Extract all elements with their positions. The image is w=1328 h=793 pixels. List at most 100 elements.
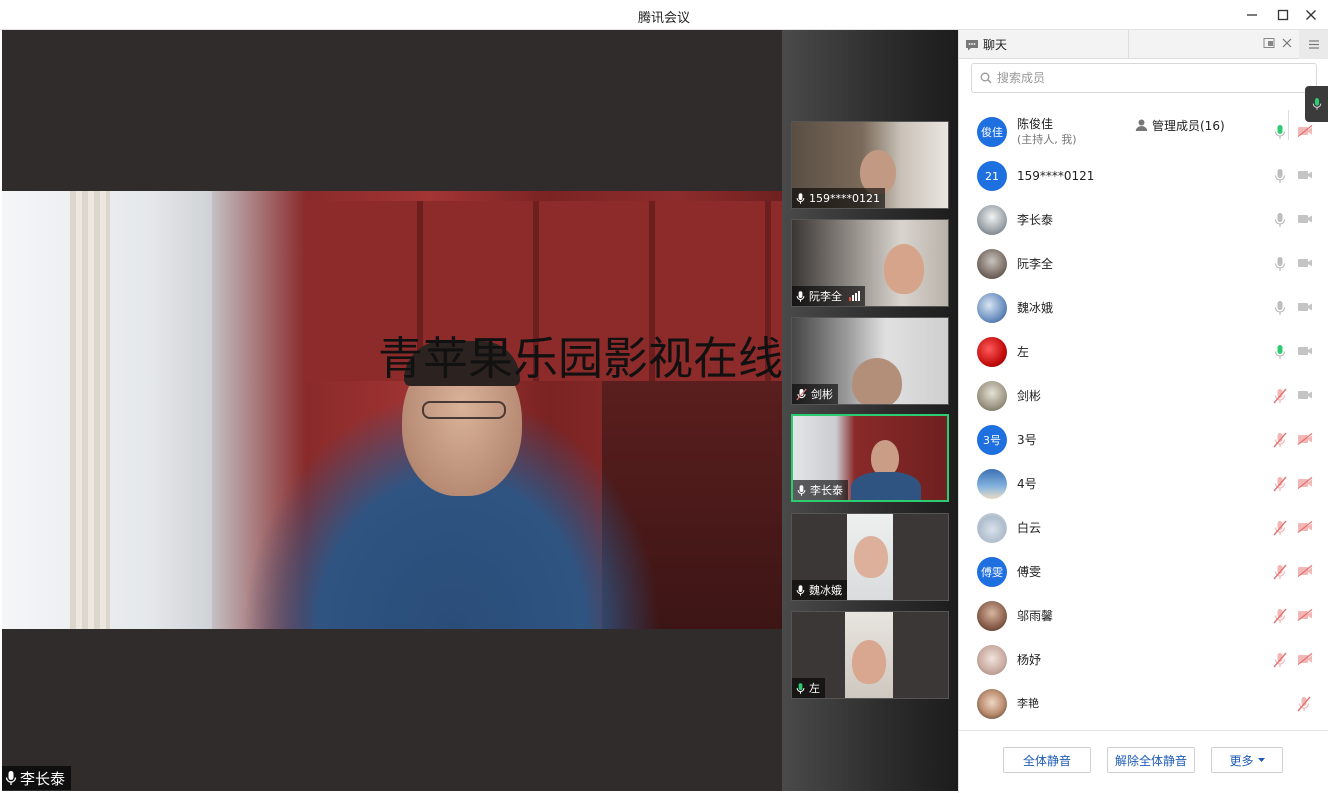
close-icon: [1306, 10, 1316, 20]
tab-chat[interactable]: 聊天: [959, 30, 1129, 59]
caret-down-icon: [1257, 757, 1265, 762]
member-row[interactable]: 俊佳 陈俊佳 (主持人, 我): [959, 110, 1328, 154]
mute-all-button[interactable]: 全体静音: [1003, 747, 1091, 773]
member-row[interactable]: 傅雯 傅雯: [959, 550, 1328, 594]
camera-off-icon[interactable]: [1297, 564, 1313, 580]
member-row[interactable]: 4号: [959, 462, 1328, 506]
member-name-block: 白云: [1017, 520, 1041, 536]
camera-icon[interactable]: [1297, 389, 1313, 404]
floating-mic-button[interactable]: [1305, 86, 1328, 122]
thumbnail-face: [884, 244, 924, 294]
video-curtain: [70, 191, 110, 629]
microphone-icon[interactable]: [1273, 212, 1287, 231]
more-button[interactable]: 更多: [1211, 747, 1283, 773]
member-search-input[interactable]: [997, 71, 1297, 85]
close-icon[interactable]: [1281, 37, 1293, 49]
camera-icon[interactable]: [1297, 169, 1313, 184]
camera-icon[interactable]: [1297, 345, 1313, 360]
member-row[interactable]: 剑彬: [959, 374, 1328, 418]
member-name: 3号: [1017, 433, 1037, 447]
member-name: 白云: [1017, 521, 1042, 535]
microphone-muted-icon[interactable]: [1273, 564, 1287, 583]
thumbnail-body: [851, 472, 921, 500]
minimize-icon: [1247, 14, 1257, 16]
microphone-muted-icon[interactable]: [1297, 696, 1311, 715]
avatar-text: 21: [985, 169, 999, 183]
thumbnail-tile[interactable]: 左: [791, 611, 949, 699]
side-panel: 聊天 管理成员(16) 俊佳 陈俊佳 (主持人, 我) 21 159****0121 李长…: [958, 30, 1328, 793]
member-name: 魏冰娥: [1017, 301, 1054, 315]
microphone-speaking-icon[interactable]: [1273, 344, 1287, 363]
member-name: 傅雯: [1017, 565, 1042, 579]
avatar: [977, 337, 1007, 367]
member-name: 杨妤: [1017, 653, 1042, 667]
thumbnail-tile[interactable]: 剑彬: [791, 317, 949, 405]
microphone-muted-icon[interactable]: [1273, 476, 1287, 495]
avatar-text: 3号: [983, 434, 1001, 447]
member-role: (主持人, 我): [1017, 133, 1077, 146]
avatar: [977, 293, 1007, 323]
microphone-muted-icon[interactable]: [1273, 608, 1287, 627]
avatar: [977, 249, 1007, 279]
camera-off-icon[interactable]: [1297, 652, 1313, 668]
thumbnail-name: 剑彬: [811, 388, 833, 401]
member-name-block: 邬雨馨: [1017, 608, 1053, 624]
camera-icon[interactable]: [1297, 301, 1313, 316]
member-name: 左: [1017, 345, 1030, 359]
microphone-muted-icon[interactable]: [1273, 388, 1287, 407]
member-row[interactable]: 21 159****0121: [959, 154, 1328, 198]
microphone-muted-icon[interactable]: [1273, 520, 1287, 539]
avatar-text: 俊佳: [981, 126, 1003, 139]
popout-icon[interactable]: [1263, 37, 1275, 49]
member-name-block: 剑彬: [1017, 388, 1041, 404]
window-title: 腾讯会议: [637, 11, 690, 26]
close-button[interactable]: [1300, 4, 1322, 26]
microphone-speaking-icon[interactable]: [1273, 124, 1287, 143]
camera-off-icon[interactable]: [1297, 520, 1313, 536]
microphone-icon[interactable]: [1273, 256, 1287, 275]
camera-off-icon[interactable]: [1297, 124, 1313, 140]
thumbnail-label: 李长泰: [793, 480, 848, 500]
member-row[interactable]: 杨妤: [959, 638, 1328, 682]
video-stage[interactable]: [2, 30, 782, 791]
member-row[interactable]: 白云: [959, 506, 1328, 550]
maximize-button[interactable]: [1272, 4, 1294, 26]
microphone-icon[interactable]: [1273, 300, 1287, 319]
avatar-text: 傅雯: [981, 566, 1003, 579]
member-row[interactable]: 3号 3号: [959, 418, 1328, 462]
camera-off-icon[interactable]: [1297, 432, 1313, 448]
microphone-muted-icon[interactable]: [1273, 432, 1287, 451]
camera-off-icon[interactable]: [1297, 476, 1313, 492]
microphone-muted-icon[interactable]: [1273, 652, 1287, 671]
thumbnail-label: 魏冰娥: [792, 580, 847, 600]
member-row[interactable]: 李艳: [959, 682, 1328, 726]
member-search[interactable]: [971, 63, 1317, 93]
thumbnail-tile[interactable]: 魏冰娥: [791, 513, 949, 601]
avatar: 21: [977, 161, 1007, 191]
maximize-icon: [1277, 9, 1289, 21]
camera-off-icon[interactable]: [1297, 608, 1313, 624]
camera-icon[interactable]: [1297, 257, 1313, 272]
camera-icon[interactable]: [1297, 213, 1313, 228]
member-row[interactable]: 魏冰娥: [959, 286, 1328, 330]
panel-menu-button[interactable]: [1299, 30, 1328, 59]
thumbnail-tile[interactable]: 159****0121: [791, 121, 949, 209]
microphone-icon: [796, 290, 805, 302]
member-row[interactable]: 阮李全: [959, 242, 1328, 286]
microphone-muted-icon: [796, 388, 807, 400]
main-video-feed[interactable]: [2, 191, 782, 629]
member-row[interactable]: 李长泰: [959, 198, 1328, 242]
unmute-all-button[interactable]: 解除全体静音: [1107, 747, 1195, 773]
microphone-icon[interactable]: [1273, 168, 1287, 187]
minimize-button[interactable]: [1241, 4, 1263, 26]
thumbnail-tile[interactable]: 阮李全: [791, 219, 949, 307]
member-row[interactable]: 左: [959, 330, 1328, 374]
thumbnail-tile-active[interactable]: 李长泰: [791, 414, 949, 502]
thumbnail-label: 159****0121: [792, 188, 885, 208]
member-row[interactable]: 邬雨馨: [959, 594, 1328, 638]
thumbnail-label: 阮李全: [792, 286, 865, 306]
microphone-icon: [5, 771, 17, 785]
member-name-block: 傅雯: [1017, 564, 1041, 580]
chat-icon: [966, 39, 978, 50]
thumbnail-face: [871, 440, 899, 476]
